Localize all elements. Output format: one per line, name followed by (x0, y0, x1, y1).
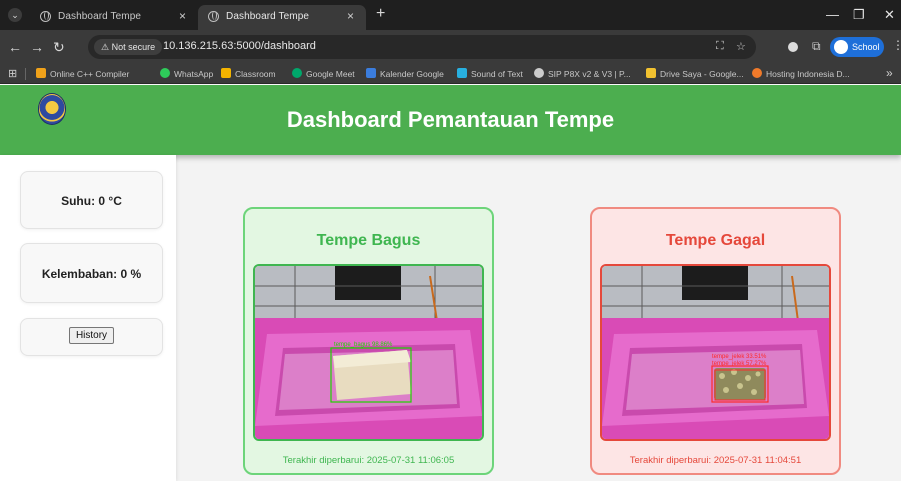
not-secure-badge[interactable]: ⚠ Not secure (94, 39, 163, 55)
forward-arrow-icon[interactable]: → (30, 39, 44, 55)
bookmark-sip[interactable]: SIP P8X v2 & V3 | P... (534, 67, 631, 81)
bookmark-star-icon[interactable]: ☆ (736, 40, 746, 53)
tray-photo: tempe_bagus 98.86% (255, 266, 482, 439)
last-updated-text: Terakhir diperbarui: 2025-07-31 11:06:05 (282, 455, 455, 466)
bookmarks-divider (25, 68, 26, 80)
bookmark-whatsapp[interactable]: WhatsApp (160, 67, 213, 81)
detection-label: tempe_bagus 98.86% (334, 342, 393, 348)
temperature-card: Suhu: 0 °C (20, 171, 163, 229)
browser-tab-bar: ⌄ Dashboard Tempe × Dashboard Tempe × + … (0, 0, 901, 30)
detection-label: tempe_jelek 33.51% (712, 354, 767, 360)
humidity-card: Kelembaban: 0 % (20, 243, 163, 303)
whatsapp-icon (160, 68, 170, 78)
drive-icon (646, 68, 656, 78)
new-tab-plus-icon[interactable]: + (376, 5, 385, 23)
bookmark-classroom[interactable]: Classroom (221, 67, 276, 81)
minimize-icon[interactable]: — (826, 7, 839, 22)
not-secure-label: Not secure (111, 42, 156, 52)
globe-icon (208, 11, 219, 22)
tab-title: Dashboard Tempe (226, 11, 310, 22)
extension-icon[interactable] (788, 42, 798, 52)
reload-icon[interactable]: ↻ (53, 39, 65, 56)
apps-grid-icon[interactable]: ⊞ (8, 67, 17, 80)
camera-image: tempe_jelek 33.51% tempe_jelek 57.27% (600, 264, 831, 441)
classroom-icon (221, 68, 231, 78)
tempe-gagal-panel: Tempe Gagal tempe_jelek 33.51% tempe_jel… (590, 207, 841, 475)
translate-icon[interactable]: ⛶ (716, 40, 724, 53)
code-icon (36, 68, 46, 78)
history-button[interactable]: History (68, 327, 115, 344)
camera-image: tempe_bagus 98.86% (253, 264, 484, 441)
bookmark-sound-of-text[interactable]: Sound of Text (457, 67, 523, 81)
sound-icon (457, 68, 467, 78)
sidebar: Suhu: 0 °C Kelembaban: 0 % History (0, 155, 176, 481)
meet-icon (292, 68, 302, 78)
extensions-puzzle-icon[interactable]: ⧉ (812, 39, 821, 54)
bookmark-online-cpp[interactable]: Online C++ Compiler (36, 67, 129, 81)
tab-search-chevron-icon[interactable]: ⌄ (8, 8, 22, 22)
panel-title: Tempe Gagal (665, 232, 766, 249)
profile-label: School (852, 42, 880, 52)
tab-dashboard-2[interactable]: Dashboard Tempe × (198, 5, 366, 30)
address-bar[interactable]: ⚠ Not secure 10.136.215.63:5000/dashboar… (88, 35, 756, 59)
hosting-icon (752, 68, 762, 78)
history-card: History (20, 318, 163, 356)
avatar (834, 40, 848, 54)
detection-label: tempe_jelek 57.27% (712, 361, 767, 367)
close-icon[interactable]: × (347, 9, 354, 23)
close-icon[interactable]: × (179, 9, 186, 23)
restore-icon[interactable]: ❐ (853, 7, 865, 23)
tab-title: Dashboard Tempe (58, 11, 142, 22)
bookmark-drive[interactable]: Drive Saya - Google... (646, 67, 744, 81)
more-bookmarks-icon[interactable]: » (886, 66, 893, 80)
last-updated-text: Terakhir diperbarui: 2025-07-31 11:04:51 (629, 455, 802, 466)
globe-icon (40, 11, 51, 22)
bookmarks-bar: ⊞ Online C++ Compiler WhatsApp Classroom… (0, 64, 901, 84)
window-close-icon[interactable]: ✕ (884, 7, 895, 23)
profile-button[interactable]: School (830, 37, 884, 57)
bookmark-kalender[interactable]: Kalender Google (366, 67, 444, 81)
menu-dots-icon[interactable]: ⋮ (892, 38, 901, 52)
calendar-icon (366, 68, 376, 78)
tab-dashboard-1[interactable]: Dashboard Tempe × (30, 5, 198, 30)
panel-title: Tempe Bagus (316, 232, 421, 249)
humidity-value: Kelembaban: 0 % (41, 267, 142, 281)
url-text[interactable]: 10.136.215.63:5000/dashboard (163, 40, 316, 52)
bookmark-hosting[interactable]: Hosting Indonesia D... (752, 67, 850, 81)
tray-photo: tempe_jelek 33.51% tempe_jelek 57.27% (602, 266, 829, 439)
address-toolbar: ← → ↻ ⚠ Not secure 10.136.215.63:5000/da… (0, 30, 901, 64)
bookmark-google-meet[interactable]: Google Meet (292, 67, 355, 81)
page-header: Dashboard Pemantauan Tempe (0, 85, 901, 155)
tempe-bagus-panel: Tempe Bagus tempe_bagus 98.86% Terakhir … (243, 207, 494, 475)
dashboard-page: Dashboard Pemantauan Tempe Suhu: 0 °C Ke… (0, 85, 901, 481)
page-title: Dashboard Pemantauan Tempe (286, 107, 615, 132)
back-arrow-icon[interactable]: ← (8, 39, 22, 55)
globe-icon (534, 68, 544, 78)
temperature-value: Suhu: 0 °C (61, 194, 122, 208)
